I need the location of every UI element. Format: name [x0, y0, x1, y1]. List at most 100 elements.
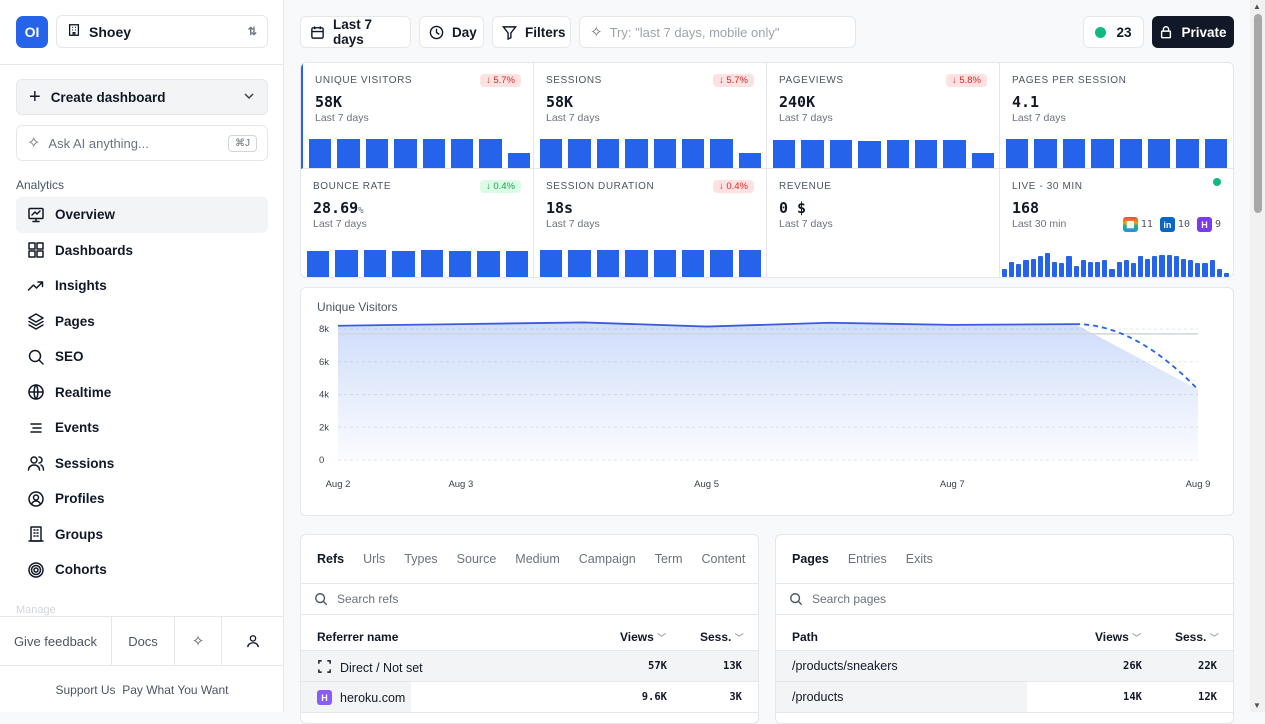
ai-sparkles-button[interactable]: ✧ — [175, 617, 222, 665]
row-sessions: 3K — [729, 691, 742, 703]
profile-button[interactable] — [222, 617, 284, 665]
table-row[interactable]: /products 14K 12K — [776, 682, 1233, 713]
pages-table: Pages Entries Exits Search pages Path View… — [775, 534, 1234, 724]
give-feedback-button[interactable]: Give feedback — [0, 617, 112, 665]
sidebar-item-pages[interactable]: Pages — [16, 304, 268, 340]
column-header[interactable]: Views ﹀ — [1095, 630, 1141, 644]
sidebar-item-label: Groups — [55, 526, 104, 542]
row-views: 26K — [1123, 660, 1142, 672]
column-header[interactable]: Sess. ﹀ — [700, 630, 744, 644]
live-bar — [1002, 268, 1008, 277]
tab-refs[interactable]: Refs — [317, 552, 344, 566]
sidebar-item-events[interactable]: Events — [16, 410, 268, 446]
metric-card-sessions[interactable]: SESSIONS 58K Last 7 days ↓ 5.7% — [534, 63, 767, 169]
metric-bar — [392, 250, 415, 277]
data-point[interactable] — [458, 321, 464, 327]
support-us-link[interactable]: Support Us — [56, 683, 116, 697]
metric-bar — [625, 139, 648, 168]
live-bar — [1180, 258, 1187, 277]
column-header[interactable]: Sess. ﹀ — [1175, 630, 1219, 644]
live-visitors-button[interactable]: 23 — [1083, 16, 1144, 48]
data-point[interactable] — [826, 320, 832, 326]
app-logo[interactable]: OI — [16, 16, 48, 48]
metric-card-pages-per-session[interactable]: PAGES PER SESSION 4.1 Last 7 days — [1000, 63, 1233, 169]
sidebar-item-label: Overview — [55, 207, 116, 223]
metric-bar — [477, 250, 500, 277]
sidebar-item-cohorts[interactable]: Cohorts — [16, 552, 268, 588]
metric-card-revenue[interactable]: REVENUE 0 $ Last 7 days — [767, 169, 1000, 277]
sidebar-item-overview[interactable]: Overview — [16, 197, 268, 233]
column-header[interactable]: Path — [792, 630, 818, 644]
metric-bar — [971, 153, 994, 168]
tab-pages[interactable]: Pages — [792, 552, 829, 566]
search-pages-input[interactable]: Search pages — [776, 584, 1233, 615]
tab-medium[interactable]: Medium — [515, 552, 559, 566]
data-point[interactable] — [335, 323, 341, 329]
chevron-down-icon: ﹀ — [1209, 633, 1219, 643]
metric-value: 0 $ — [779, 199, 806, 217]
pay-what-you-want-link[interactable]: Pay What You Want — [122, 683, 228, 697]
table-row[interactable]: Direct / Not set 57K 13K — [301, 651, 758, 682]
metric-card-session-duration[interactable]: SESSION DURATION 18s Last 7 days ↓ 0.4% — [534, 169, 767, 277]
metric-bar — [914, 140, 938, 168]
metric-bar — [1006, 139, 1029, 168]
metric-bar — [1204, 139, 1227, 168]
metric-value-number: 4.1 — [1012, 93, 1040, 111]
table-row[interactable]: Hheroku.com 9.6K 3K — [301, 682, 758, 713]
sidebar-item-realtime[interactable]: Realtime — [16, 375, 268, 411]
sidebar-item-seo[interactable]: SEO — [16, 339, 268, 375]
sidebar-item-sessions[interactable]: Sessions — [16, 446, 268, 482]
tab-source[interactable]: Source — [457, 552, 497, 566]
metric-bar — [540, 139, 563, 168]
sidebar-item-profiles[interactable]: Profiles — [16, 481, 268, 517]
sidebar-item-groups[interactable]: Groups — [16, 517, 268, 553]
search-refs-input[interactable]: Search refs — [301, 584, 758, 615]
metric-card-bounce-rate[interactable]: BOUNCE RATE 28.69% Last 7 days ↓ 0.4% — [301, 169, 534, 277]
filters-button[interactable]: Filters — [492, 16, 571, 48]
column-header[interactable]: Views ﹀ — [620, 630, 666, 644]
table-row[interactable]: /products/sneakers 26K 22K — [776, 651, 1233, 682]
live-bar — [1080, 260, 1086, 277]
tab-entries[interactable]: Entries — [848, 552, 887, 566]
column-header[interactable]: Referrer name — [317, 630, 398, 644]
scroll-up-icon[interactable]: ▲ — [1253, 2, 1261, 11]
sidebar-item-dashboards[interactable]: Dashboards — [16, 233, 268, 269]
metric-bar — [337, 138, 360, 168]
y-tick-label: 4k — [319, 390, 329, 401]
metric-bar — [422, 138, 445, 168]
metric-bar — [773, 139, 796, 168]
support-links: Support Us Pay What You Want — [0, 683, 284, 697]
metric-period: Last 7 days — [779, 218, 833, 230]
data-point[interactable] — [949, 322, 955, 328]
data-point[interactable] — [1072, 321, 1078, 327]
create-dashboard-button[interactable]: + Create dashboard — [16, 79, 268, 115]
tab-urls[interactable]: Urls — [363, 552, 385, 566]
sidebar-item-insights[interactable]: Insights — [16, 268, 268, 304]
metric-card-live-30-min[interactable]: LIVE - 30 MIN 168 Last 30 min ▦ 11 in 10 H 9 — [1000, 169, 1233, 277]
interval-button[interactable]: Day — [419, 16, 484, 48]
live-bar — [1109, 268, 1115, 277]
project-selector[interactable]: Shoey ⇅ — [56, 15, 268, 48]
privacy-button[interactable]: Private — [1152, 16, 1234, 48]
tab-content[interactable]: Content — [702, 552, 746, 566]
ai-filter-input[interactable]: ✧ Try: "last 7 days, mobile only" — [579, 16, 856, 48]
ask-ai-input[interactable]: ✧ Ask AI anything... ⌘J — [16, 125, 268, 161]
data-point[interactable] — [581, 319, 587, 325]
docs-button[interactable]: Docs — [112, 617, 175, 665]
page-scrollbar[interactable]: ▲ ▼ — [1250, 0, 1265, 712]
metric-value-number: 58K — [315, 93, 343, 111]
metric-bar — [801, 139, 824, 168]
tab-campaign[interactable]: Campaign — [579, 552, 636, 566]
tab-types[interactable]: Types — [404, 552, 437, 566]
tab-exits[interactable]: Exits — [906, 552, 933, 566]
scroll-down-icon[interactable]: ▼ — [1253, 701, 1261, 710]
tab-term[interactable]: Term — [655, 552, 683, 566]
scrollbar-thumb[interactable] — [1254, 14, 1262, 213]
metric-card-unique-visitors[interactable]: UNIQUE VISITORS 58K Last 7 days ↓ 5.7% — [301, 63, 534, 169]
metric-card-pageviews[interactable]: PAGEVIEWS 240K Last 7 days ↓ 5.8% — [767, 63, 1000, 169]
data-point[interactable] — [1195, 387, 1201, 393]
calendar-icon — [310, 25, 325, 40]
metric-bar — [448, 250, 472, 277]
data-point[interactable] — [704, 324, 710, 330]
date-range-button[interactable]: Last 7 days — [300, 16, 411, 48]
